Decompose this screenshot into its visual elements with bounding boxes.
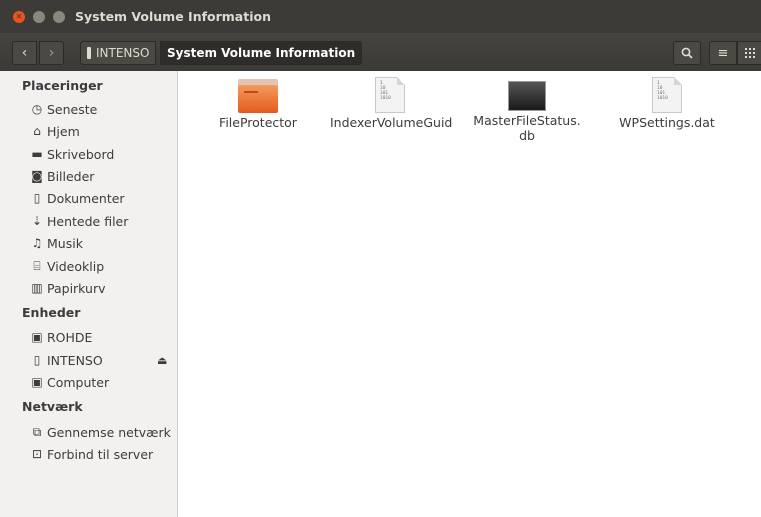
sidebar-item-recent[interactable]: ◷ Seneste bbox=[30, 99, 98, 119]
network-header: Netværk bbox=[22, 399, 83, 414]
sidebar: Placeringer ◷ Seneste ⌂ Hjem ▬ Skrivebor… bbox=[0, 71, 178, 517]
sidebar-item-connect-server[interactable]: ⊡ Forbind til server bbox=[30, 444, 153, 464]
title-bar: ✕ System Volume Information bbox=[0, 0, 761, 33]
sidebar-item-label: Hentede filer bbox=[47, 213, 129, 229]
sidebar-item-label: ROHDE bbox=[47, 329, 93, 345]
sidebar-item-label: Papirkurv bbox=[47, 280, 106, 296]
binary-file-icon: 1 10 101 1010 bbox=[652, 77, 682, 113]
view-options-button[interactable]: ≡ bbox=[709, 41, 737, 65]
desktop-folder-icon: ▬ bbox=[31, 147, 43, 161]
sidebar-item-downloads[interactable]: ⇣ Hentede filer bbox=[30, 211, 128, 231]
usb-drive-icon bbox=[87, 47, 91, 59]
places-header: Placeringer bbox=[22, 78, 103, 93]
file-name: FileProtector bbox=[219, 115, 297, 130]
drive-icon: ▣ bbox=[31, 330, 43, 344]
file-name: IndexerVolumeGuid bbox=[330, 115, 453, 130]
sidebar-item-music[interactable]: ♫ Musik bbox=[30, 233, 83, 253]
music-icon: ♫ bbox=[31, 236, 43, 250]
toolbar: ‹ › INTENSO System Volume Information ≡ bbox=[0, 33, 761, 71]
chevron-right-icon: › bbox=[48, 45, 55, 61]
sidebar-item-label: Seneste bbox=[47, 101, 98, 117]
document-icon: ▯ bbox=[33, 191, 41, 205]
sidebar-item-label: Videoklip bbox=[47, 258, 105, 274]
back-button[interactable]: ‹ bbox=[12, 41, 37, 65]
sidebar-item-trash[interactable]: ▥ Papirkurv bbox=[30, 278, 106, 298]
sidebar-item-intenso[interactable]: ▯ INTENSO bbox=[30, 350, 103, 370]
file-name: WPSettings.dat bbox=[619, 115, 715, 130]
usb-drive-icon: ▯ bbox=[33, 353, 41, 367]
drive-icon: ▣ bbox=[31, 375, 43, 389]
sidebar-item-label: Musik bbox=[47, 235, 83, 251]
file-item[interactable]: 1 10 101 1010 IndexerVolumeGuid bbox=[330, 77, 453, 130]
window-title: System Volume Information bbox=[75, 9, 271, 24]
sidebar-item-label: Forbind til server bbox=[47, 446, 154, 462]
sidebar-item-browse-network[interactable]: ⧉ Gennemse netværk bbox=[30, 422, 171, 442]
sidebar-item-label: INTENSO bbox=[47, 352, 103, 368]
sidebar-item-label: Gennemse netværk bbox=[47, 424, 171, 440]
sidebar-item-home[interactable]: ⌂ Hjem bbox=[30, 121, 80, 141]
chevron-left-icon: ‹ bbox=[21, 45, 28, 61]
sidebar-item-label: Hjem bbox=[47, 123, 80, 139]
maximize-window-icon[interactable] bbox=[53, 11, 65, 23]
camera-icon: ◙ bbox=[31, 169, 43, 183]
film-icon: ⌸ bbox=[33, 258, 41, 273]
download-icon: ⇣ bbox=[31, 214, 43, 228]
file-name: MasterFileStatus. db bbox=[473, 113, 581, 143]
sidebar-item-label: Billeder bbox=[47, 168, 95, 184]
folder-icon bbox=[238, 77, 278, 113]
file-view: FileProtector 1 10 101 1010 IndexerVolumeGu… bbox=[178, 71, 761, 517]
sidebar-item-label: Skrivebord bbox=[47, 146, 115, 162]
sidebar-item-documents[interactable]: ▯ Dokumenter bbox=[30, 188, 125, 208]
trash-icon: ▥ bbox=[31, 281, 43, 295]
sidebar-item-videos[interactable]: ⌸ Videoklip bbox=[30, 256, 104, 276]
breadcrumb-drive[interactable]: INTENSO bbox=[80, 41, 157, 65]
search-icon bbox=[681, 47, 693, 59]
server-icon: ⊡ bbox=[31, 447, 43, 461]
grid-view-button[interactable] bbox=[737, 41, 761, 65]
sidebar-item-label: Dokumenter bbox=[47, 190, 125, 206]
eject-icon[interactable]: ⏏ bbox=[157, 354, 167, 367]
forward-button[interactable]: › bbox=[39, 41, 64, 65]
binary-file-icon: 1 10 101 1010 bbox=[375, 77, 405, 113]
sidebar-item-rohde[interactable]: ▣ ROHDE bbox=[30, 327, 92, 347]
breadcrumb-drive-label: INTENSO bbox=[96, 46, 150, 60]
breadcrumb-current-folder[interactable]: System Volume Information bbox=[160, 41, 363, 65]
grid-icon bbox=[744, 48, 755, 58]
hamburger-menu-icon: ≡ bbox=[717, 45, 729, 61]
network-icon: ⧉ bbox=[32, 424, 42, 439]
sidebar-item-label: Computer bbox=[47, 374, 110, 390]
devices-header: Enheder bbox=[22, 305, 81, 320]
file-item[interactable]: 1 10 101 1010 WPSettings.dat bbox=[607, 77, 727, 130]
minimize-window-icon[interactable] bbox=[33, 11, 45, 23]
home-icon: ⌂ bbox=[33, 124, 41, 138]
file-item[interactable]: FileProtector bbox=[198, 77, 318, 130]
clock-icon: ◷ bbox=[31, 102, 43, 116]
sidebar-item-computer[interactable]: ▣ Computer bbox=[30, 372, 109, 392]
close-window-icon[interactable]: ✕ bbox=[13, 11, 25, 23]
database-file-icon bbox=[508, 81, 546, 111]
sidebar-item-desktop[interactable]: ▬ Skrivebord bbox=[30, 144, 114, 164]
search-button[interactable] bbox=[673, 41, 701, 65]
file-item[interactable]: MasterFileStatus. db bbox=[467, 77, 587, 143]
sidebar-item-pictures[interactable]: ◙ Billeder bbox=[30, 166, 94, 186]
